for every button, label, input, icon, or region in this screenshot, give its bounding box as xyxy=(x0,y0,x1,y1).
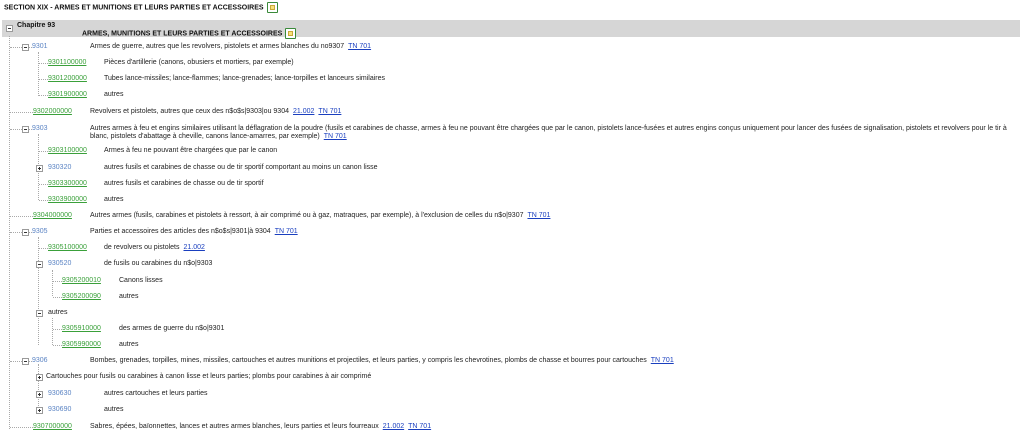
subheading-code[interactable]: 930690 xyxy=(48,406,71,413)
row-description: Canons lisses xyxy=(119,277,163,284)
tn-link[interactable]: TN 701 xyxy=(348,43,371,50)
collapse-icon[interactable] xyxy=(22,44,29,51)
collapse-icon[interactable] xyxy=(22,126,29,133)
row-description: autres xyxy=(104,91,124,98)
group-label: autres xyxy=(48,309,68,316)
tariff-code-link[interactable]: 9301200000 xyxy=(48,75,87,82)
tariff-code-link[interactable]: 9305990000 xyxy=(62,341,101,348)
chapter-title: ARMES, MUNITIONS ET LEURS PARTIES ET ACC… xyxy=(82,28,297,39)
row-description: Sabres, épées, baïonnettes, lances et au… xyxy=(90,423,432,430)
legal-ref-link[interactable]: 21.002 xyxy=(383,423,404,430)
tariff-code-link[interactable]: 9301900000 xyxy=(48,91,87,98)
row-description: Armes de guerre, autres que les revolver… xyxy=(90,43,372,50)
subheading-code[interactable]: 930520 xyxy=(48,260,71,267)
heading-code[interactable]: 9303 xyxy=(32,125,48,132)
tariff-code-link[interactable]: 9305100000 xyxy=(48,244,87,251)
row-description: Tubes lance-missiles; lance-flammes; lan… xyxy=(104,75,386,82)
row-description: Armes à feu ne pouvant être chargées que… xyxy=(104,147,278,154)
row-description: autres xyxy=(119,341,139,348)
tariff-code-link[interactable]: 9304000000 xyxy=(33,212,72,219)
heading-code[interactable]: 9306 xyxy=(32,357,48,364)
row-description: de revolvers ou pistolets 21.002 xyxy=(104,244,205,251)
row-description: des armes de guerre du n$o|9301 xyxy=(119,325,225,332)
document-icon[interactable] xyxy=(285,28,297,39)
row-description: Pièces d'artillerie (canons, obusiers et… xyxy=(104,59,294,66)
row-description: autres xyxy=(104,406,124,413)
collapse-icon[interactable] xyxy=(36,310,43,317)
tariff-code-link[interactable]: 9305910000 xyxy=(62,325,101,332)
heading-code[interactable]: 9305 xyxy=(32,228,48,235)
section-title: SECTION XIX - ARMES ET MUNITIONS ET LEUR… xyxy=(4,2,278,14)
row-description: autres xyxy=(119,293,139,300)
tn-link[interactable]: TN 701 xyxy=(408,423,431,430)
legal-ref-link[interactable]: 21.002 xyxy=(183,244,204,251)
row-description: Autres armes (fusils, carabines et pisto… xyxy=(90,212,551,219)
tariff-code-link[interactable]: 9303900000 xyxy=(48,196,87,203)
expand-icon[interactable] xyxy=(36,165,43,172)
row-description: Revolvers et pistolets, autres que ceux … xyxy=(90,108,342,115)
tn-link[interactable]: TN 701 xyxy=(324,133,347,140)
tn-link[interactable]: TN 701 xyxy=(318,108,341,115)
tariff-code-link[interactable]: 9305200090 xyxy=(62,293,101,300)
tn-link[interactable]: TN 701 xyxy=(275,228,298,235)
row-description: Parties et accessoires des articles des … xyxy=(90,228,298,235)
tariff-code-link[interactable]: 9307000000 xyxy=(33,423,72,430)
row-description: Autres armes à feu et engins similaires … xyxy=(90,125,1007,140)
tariff-code-link[interactable]: 9305200010 xyxy=(62,277,101,284)
tariff-code-link[interactable]: 9302000000 xyxy=(33,108,72,115)
row-description: Bombes, grenades, torpilles, mines, miss… xyxy=(90,357,674,364)
tariff-code-link[interactable]: 9301100000 xyxy=(48,59,86,66)
collapse-icon[interactable] xyxy=(22,229,29,236)
tariff-code-link[interactable]: 9303100000 xyxy=(48,147,87,154)
legal-ref-link[interactable]: 21.002 xyxy=(293,108,314,115)
collapse-icon[interactable] xyxy=(36,261,43,268)
row-description: de fusils ou carabines du n$o|9303 xyxy=(104,260,213,267)
expand-icon[interactable] xyxy=(36,391,43,398)
document-icon[interactable] xyxy=(266,2,278,13)
row-description: autres fusils et carabines de chasse ou … xyxy=(104,164,378,171)
heading-code[interactable]: 9301 xyxy=(32,43,48,50)
tn-link[interactable]: TN 701 xyxy=(527,212,550,219)
group-label: Cartouches pour fusils ou carabines à ca… xyxy=(46,373,372,380)
collapse-icon[interactable] xyxy=(6,25,13,32)
row-description: autres fusils et carabines de chasse ou … xyxy=(104,180,264,187)
subheading-code[interactable]: 930630 xyxy=(48,390,71,397)
tn-link[interactable]: TN 701 xyxy=(651,357,674,364)
row-description: autres xyxy=(104,196,124,203)
row-description: autres cartouches et leurs parties xyxy=(104,390,208,397)
expand-icon[interactable] xyxy=(36,407,43,414)
subheading-code[interactable]: 930320 xyxy=(48,164,71,171)
chapter-label: Chapitre 93 xyxy=(17,22,56,29)
collapse-icon[interactable] xyxy=(22,358,29,365)
tariff-code-link[interactable]: 9303300000 xyxy=(48,180,87,187)
expand-icon[interactable] xyxy=(36,374,43,381)
